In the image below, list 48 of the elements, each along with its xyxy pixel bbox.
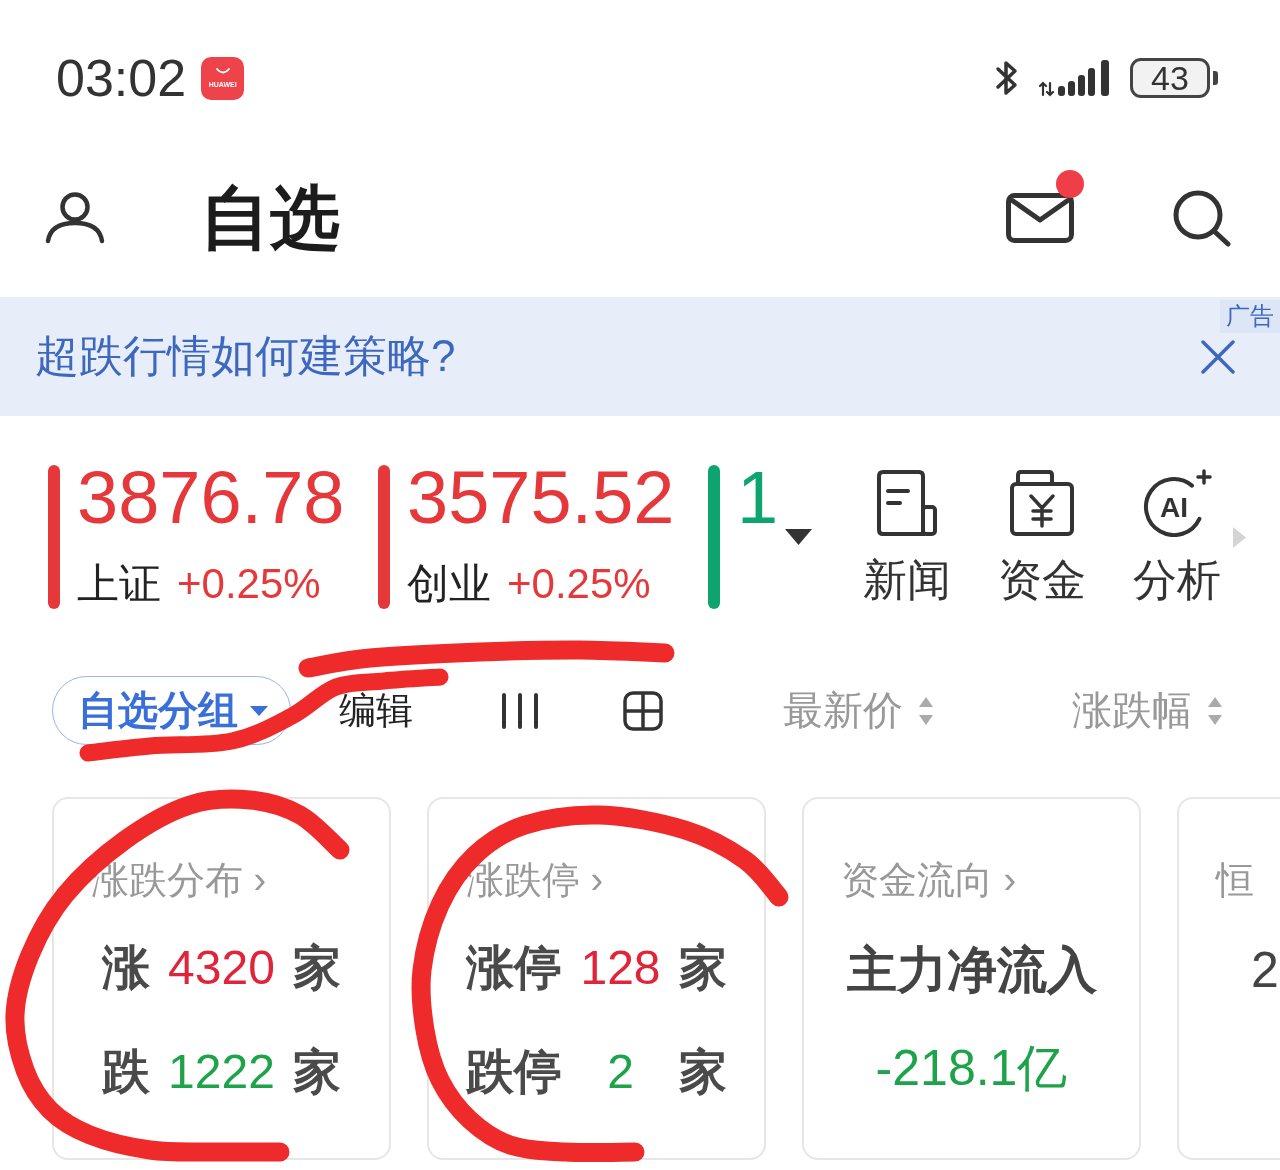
unit-label: 家 (678, 940, 727, 996)
index-value[interactable]: 3876.78 (77, 465, 345, 531)
search-icon[interactable] (1172, 188, 1232, 247)
unit-label: 家 (292, 940, 341, 996)
caret-down-icon (250, 705, 268, 716)
profile-icon[interactable] (45, 191, 105, 244)
unit-label: 家 (292, 1044, 341, 1100)
grid-icon[interactable] (623, 690, 663, 731)
index-value[interactable]: 3575.52 (407, 465, 675, 531)
quick-action-button[interactable]: 资金 (987, 469, 1097, 605)
count-value: 1222 (168, 1044, 275, 1100)
market-card[interactable]: 资金流向 › 主力净流入 -218.1亿 (802, 797, 1141, 1160)
yen-folder-icon (1009, 469, 1075, 537)
ad-banner[interactable]: 超跌行情如何建策略? 广告 (0, 297, 1280, 416)
close-icon[interactable] (1201, 339, 1235, 374)
signal-icon (1039, 59, 1111, 97)
count-label: 涨 (102, 940, 151, 996)
battery-indicator: 43 (1130, 58, 1218, 98)
column-lines-icon[interactable] (501, 692, 539, 729)
page-title: 自选 (200, 182, 340, 253)
market-card[interactable]: 恒 2 (1177, 797, 1280, 1160)
sort-arrows-icon (1208, 696, 1222, 725)
count-label: 跌 (102, 1044, 151, 1100)
ad-label: 广告 (1220, 300, 1280, 333)
count-label: 跌停 (466, 1044, 563, 1100)
ad-headline[interactable]: 超跌行情如何建策略? (35, 330, 1201, 383)
count-value: 128 (580, 940, 661, 996)
quick-action-button[interactable]: AI 分析 (1122, 469, 1232, 605)
index-change: +0.25% (507, 559, 651, 609)
quick-action-button[interactable]: 新闻 (852, 469, 962, 605)
count-value: 4320 (168, 940, 275, 996)
index-name: 上证 (77, 559, 161, 609)
unit-label: 家 (678, 1044, 727, 1100)
edit-button[interactable]: 编辑 (339, 685, 413, 736)
count-value: 2 (606, 1044, 635, 1100)
mail-icon[interactable] (1006, 192, 1074, 243)
sort-arrows-icon (919, 696, 933, 725)
count-label: 涨停 (466, 940, 563, 996)
flow-value: -218.1亿 (875, 1039, 1068, 1098)
document-icon (875, 469, 939, 537)
index-name: 创业 (407, 559, 491, 609)
flow-label: 主力净流入 (846, 941, 1097, 1000)
caret-down-icon[interactable] (785, 529, 812, 545)
card-title: 资金流向 › (841, 858, 1017, 903)
index-change: +0.25% (177, 559, 321, 609)
card-title: 恒 (1216, 858, 1254, 903)
status-time: 03:02 (56, 52, 187, 104)
quote-value: 2 (1251, 941, 1279, 1000)
